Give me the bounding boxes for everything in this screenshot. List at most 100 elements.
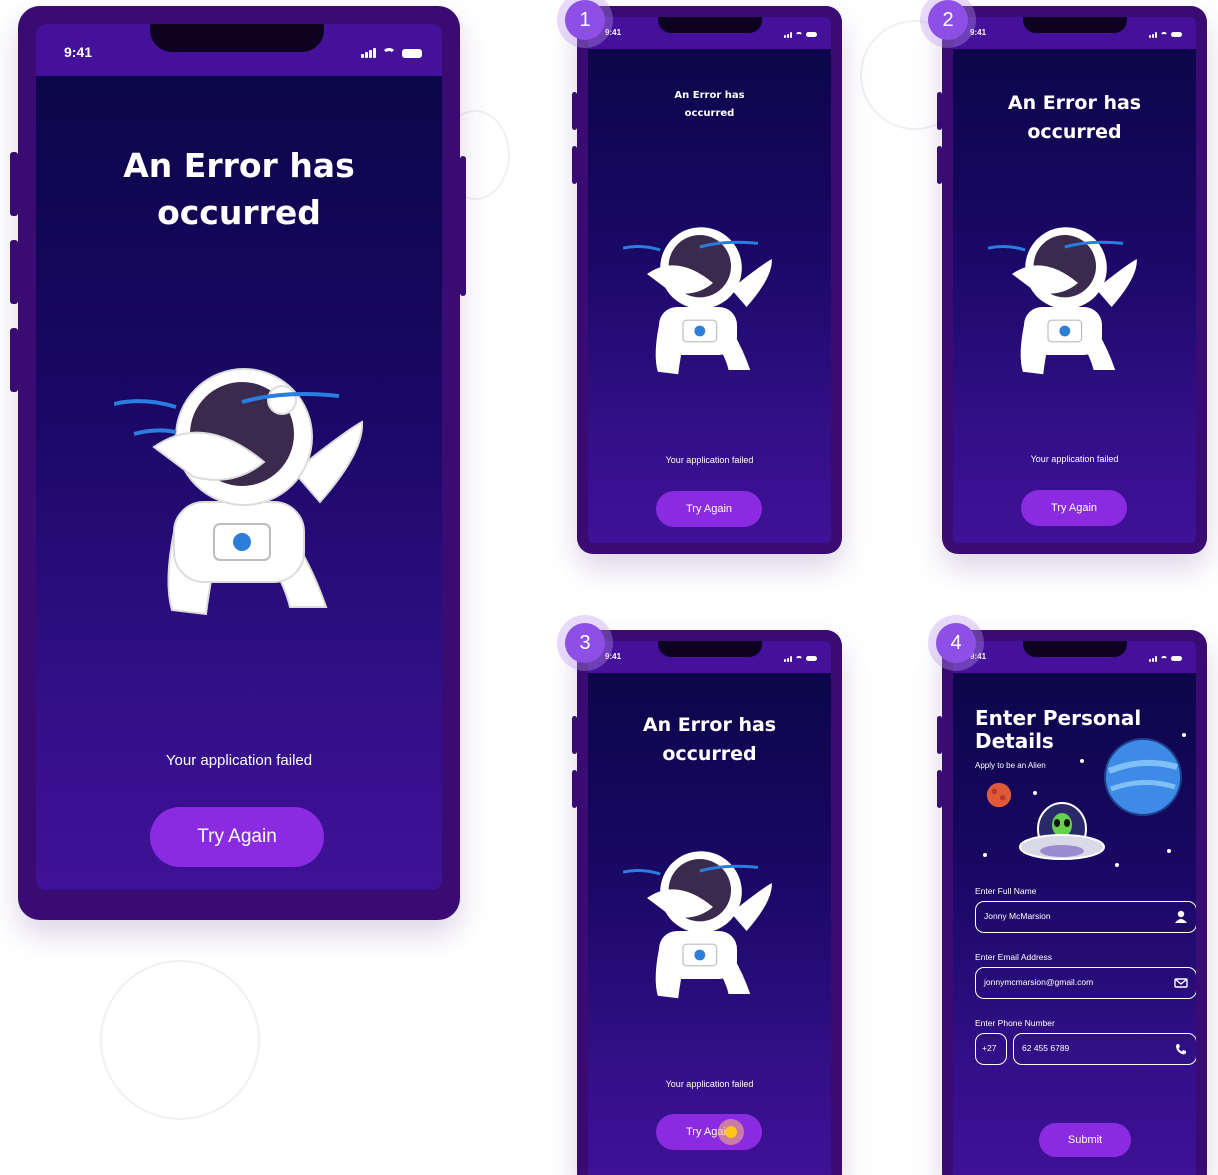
error-message: Your application failed [1030, 454, 1119, 464]
mars-icon [986, 782, 1012, 808]
main-phone: 9:41 An Error has occurred Your applicat… [10, 6, 466, 920]
signal-icon [1149, 655, 1157, 662]
email-field[interactable]: jonnymcmarsion@gmail.com [975, 967, 1196, 999]
side-button [10, 240, 18, 304]
battery-icon [1171, 32, 1182, 37]
error-title-line2: occurred [684, 108, 735, 119]
phone-field[interactable]: 62 455 6789 [1013, 1033, 1196, 1065]
star-icon [1115, 863, 1119, 867]
step3-phone: 9:41 An Error has occurred Your applicat… [572, 630, 842, 1175]
main-screen: 9:41 An Error has occurred Your applicat… [36, 24, 442, 890]
try-again-button[interactable]: Try Again [150, 807, 324, 867]
signal-icon [784, 655, 792, 662]
step-badge-2: 2 [928, 0, 968, 40]
battery-icon [806, 656, 817, 661]
name-field[interactable]: Jonny McMarsion [975, 901, 1196, 933]
status-time: 9:41 [64, 44, 93, 60]
battery-icon [402, 48, 422, 58]
notch [1023, 17, 1127, 33]
error-message: Your application failed [665, 1079, 754, 1089]
error-message: Your application failed [165, 752, 313, 769]
side-button [937, 146, 942, 184]
user-icon [1175, 910, 1187, 923]
astronaut-graphic [623, 851, 772, 999]
submit-button[interactable]: Submit [1039, 1123, 1131, 1157]
error-title: An Error has occurred [36, 142, 442, 236]
phone-code-value: +27 [982, 1043, 997, 1053]
astronaut-graphic [988, 227, 1137, 375]
email-label: Enter Email Address [975, 952, 1053, 962]
error-title: An Error has occurred [588, 711, 831, 769]
status-time: 9:41 [605, 28, 622, 37]
form-title-line1: Enter Personal [975, 706, 1142, 730]
phone-icon [1176, 1044, 1186, 1055]
phone-code-field[interactable]: +27 [975, 1033, 1007, 1065]
star-icon [1033, 791, 1037, 795]
name-value: Jonny McMarsion [984, 911, 1051, 921]
side-button [572, 716, 577, 754]
notch [1023, 641, 1127, 657]
form-subtitle: Apply to be an Alien [975, 761, 1046, 770]
status-time: 9:41 [605, 652, 622, 661]
side-button [572, 770, 577, 808]
star-icon [1080, 759, 1084, 763]
status-icons [1149, 653, 1182, 664]
status-bar: 9:41 [588, 17, 831, 49]
notch [150, 24, 324, 52]
star-icon [983, 853, 987, 857]
ufo-alien-icon [1019, 802, 1105, 860]
side-button [10, 328, 18, 392]
signal-icon [1149, 31, 1157, 38]
try-again-button[interactable]: Try Again [656, 491, 762, 527]
planet-icon [1104, 738, 1182, 816]
name-label: Enter Full Name [975, 886, 1037, 896]
status-bar: 9:41 [588, 641, 831, 673]
signal-icon [784, 31, 792, 38]
error-title-line2: occurred [1027, 121, 1122, 143]
side-button [937, 770, 942, 808]
status-bar: 9:41 [953, 641, 1196, 673]
wifi-icon [795, 656, 803, 664]
status-icons [784, 653, 817, 664]
phone-label: Enter Phone Number [975, 1018, 1055, 1028]
step-badge-3: 3 [565, 623, 605, 663]
astronaut-illustration [114, 368, 364, 616]
signal-icon [361, 48, 376, 58]
status-bar: 9:41 [36, 24, 442, 76]
astronaut-illustration [988, 227, 1137, 375]
wifi-icon [382, 48, 396, 62]
tap-indicator [718, 1119, 744, 1145]
status-icons [361, 44, 422, 62]
notch [658, 17, 762, 33]
wifi-icon [795, 32, 803, 40]
background-doodle [100, 960, 260, 1120]
mail-icon [1174, 978, 1188, 988]
step2-screen: 9:41 An Error has occurred Your applicat… [953, 17, 1196, 543]
step3-screen: 9:41 An Error has occurred Your applicat… [588, 641, 831, 1175]
step4-screen: 9:41 Enter Personal Details Apply to be … [953, 641, 1196, 1175]
error-title: An Error has occurred [588, 87, 831, 123]
phone-value: 62 455 6789 [1022, 1043, 1070, 1053]
step-badge-4: 4 [936, 623, 976, 663]
error-title-line2: occurred [157, 193, 321, 232]
step2-phone: 9:41 An Error has occurred Your applicat… [937, 6, 1207, 554]
wifi-icon [1160, 656, 1168, 664]
try-again-button[interactable]: Try Again [656, 1114, 762, 1150]
error-title-line2: occurred [662, 743, 757, 765]
error-title-line1: An Error has [674, 90, 745, 101]
side-button [572, 92, 577, 130]
astronaut-graphic [114, 368, 364, 616]
status-time: 9:41 [970, 28, 987, 37]
try-again-button[interactable]: Try Again [1021, 490, 1127, 526]
step-badge-1: 1 [565, 0, 605, 40]
step4-phone: 9:41 Enter Personal Details Apply to be … [937, 630, 1207, 1175]
error-title-line1: An Error has [1007, 92, 1142, 114]
side-button [937, 716, 942, 754]
astronaut-illustration [623, 227, 772, 375]
battery-icon [1171, 656, 1182, 661]
star-icon [1167, 849, 1171, 853]
side-button [10, 152, 18, 216]
step1-screen: 9:41 An Error has occurred Your applicat… [588, 17, 831, 543]
astronaut-graphic [623, 227, 772, 375]
notch [658, 641, 762, 657]
